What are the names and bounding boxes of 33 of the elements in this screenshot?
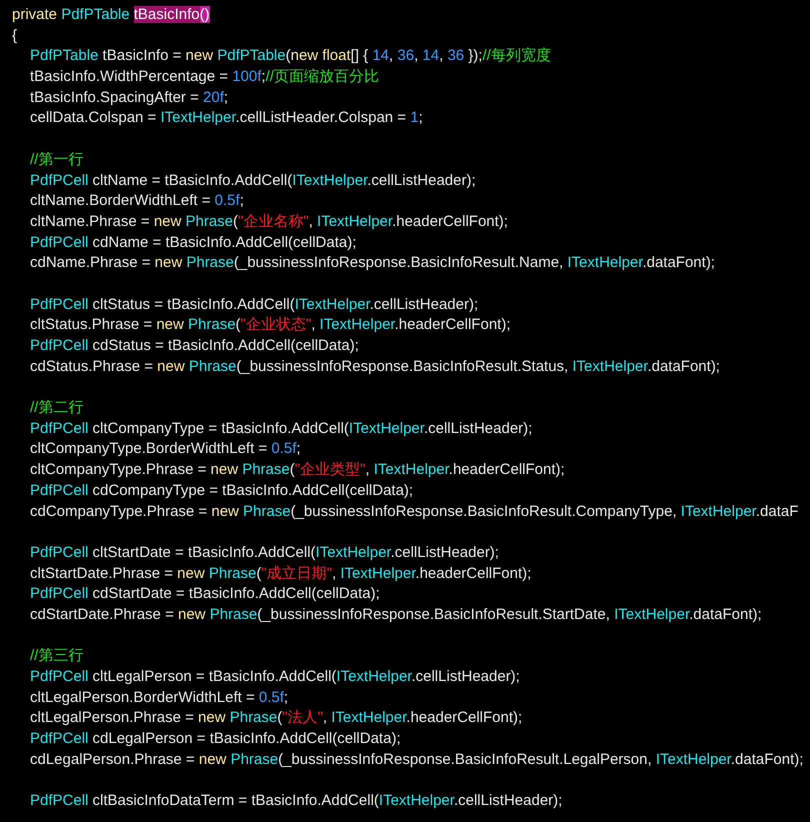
code-line: PdfPCell cltCompanyType = tBasicInfo.AddCell(ITextHelper.cellListHeader); (30, 418, 532, 439)
code-line: PdfPCell cltStartDate = tBasicInfo.AddCell(ITextHelper.cellListHeader); (30, 542, 499, 563)
code-line: PdfPCell cdStartDate = tBasicInfo.AddCell(cellData); (30, 584, 380, 604)
code-line: PdfPCell cdCompanyType = tBasicInfo.AddCell(cellData); (30, 480, 414, 501)
code-line: cltLegalPerson.Phrase = new Phrase("法人", ITextHelper.headerCellFont); (30, 708, 522, 728)
code-line: cdStatus.Phrase = new Phrase(_bussinessInfoResponse.BasicInfoResult.Status, ITextHelper.dataFont); (30, 356, 720, 377)
code-line: tBasicInfo.SpacingAfter = 20f; (30, 88, 228, 108)
code-line: cltStartDate.Phrase = new Phrase("成立日期", ITextHelper.headerCellFont); (30, 564, 532, 584)
code-line: cltCompanyType.Phrase = new Phrase("企业类型", ITextHelper.headerCellFont); (30, 460, 565, 480)
code-line: //第一行 (30, 150, 84, 170)
code-line: PdfPCell cdStatus = tBasicInfo.AddCell(cellData); (30, 336, 359, 356)
code-line: PdfPCell cltBasicInfoDataTerm = tBasicInfo.AddCell(ITextHelper.cellListHeader); (30, 791, 562, 812)
code-line: cltLegalPerson.BorderWidthLeft = 0.5f; (30, 688, 288, 708)
code-line: //第二行 (30, 398, 84, 418)
code-line: PdfPTable tBasicInfo = new PdfPTable(new float[] { 14, 36, 14, 36 });//每列宽度 (30, 46, 551, 66)
code-line: PdfPCell cltLegalPerson = tBasicInfo.AddCell(ITextHelper.cellListHeader); (30, 667, 520, 687)
code-line: cellData.Colspan = ITextHelper.cellListHeader.Colspan = 1; (30, 108, 423, 128)
code-line: { (12, 26, 18, 46)
code-line: PdfPCell cdLegalPerson = tBasicInfo.AddCell(cellData); (30, 729, 401, 750)
code-line: tBasicInfo.WidthPercentage = 100f;//页面缩放百分比 (30, 67, 379, 88)
code-line: PdfPCell cdName = tBasicInfo.AddCell(cellData); (30, 232, 356, 253)
code-line: cltName.Phrase = new Phrase("企业名称", ITextHelper.headerCellFont); (30, 212, 508, 232)
code-line: cltName.BorderWidthLeft = 0.5f; (30, 191, 244, 212)
code-line: cdName.Phrase = new Phrase(_bussinessInfoResponse.BasicInfoResult.Name, ITextHelper.dataFont); (30, 253, 715, 274)
code-line: cltStatus.Phrase = new Phrase("企业状态", ITextHelper.headerCellFont); (30, 315, 510, 336)
code-line: cltCompanyType.BorderWidthLeft = 0.5f; (30, 439, 301, 460)
code-line: cdCompanyType.Phrase = new Phrase(_bussinessInfoResponse.BasicInfoResult.CompanyType, ITextHelper.dataF (30, 502, 798, 522)
code-line: PdfPCell cltStatus = tBasicInfo.AddCell(ITextHelper.cellListHeader); (30, 294, 478, 315)
code-line: private PdfPTable tBasicInfo() (12, 5, 210, 25)
code-line: cdStartDate.Phrase = new Phrase(_bussinessInfoResponse.BasicInfoResult.StartDate, ITextHelper.dataFont); (30, 604, 762, 625)
code-line: PdfPCell cltName = tBasicInfo.AddCell(ITextHelper.cellListHeader); (30, 170, 476, 190)
code-line: cdLegalPerson.Phrase = new Phrase(_bussinessInfoResponse.BasicInfoResult.LegalPerson, ITextHelper.dataFont); (30, 750, 804, 770)
code-line: //第三行 (30, 646, 84, 666)
